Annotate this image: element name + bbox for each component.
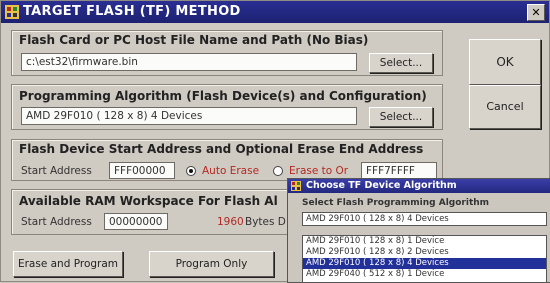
file-path-field[interactable]: c:\est32\firmware.bin [21,53,357,71]
erase-and-program-button[interactable]: Erase and Program [13,251,123,277]
ram-bytes-label: Bytes D [245,216,286,228]
algorithm-select-button[interactable]: Select... [369,107,433,127]
address-group-label: Flash Device Start Address and Optional … [19,142,424,156]
algorithm-field[interactable]: AMD 29F010 ( 128 x 8) 4 Devices [21,107,357,125]
popup-label: Select Flash Programming Algorithm [302,198,490,208]
ram-start-field[interactable]: 00000000 [104,213,168,230]
list-item[interactable]: AMD 29F040 ( 512 x 8) 1 Device [303,269,546,280]
erase-to-radio[interactable] [273,166,283,176]
auto-erase-label: Auto Erase [202,165,260,177]
popup-app-icon [291,181,301,191]
list-item[interactable]: AMD 29F010 ( 128 x 8) 1 Device [303,236,546,247]
title-bar[interactable]: TARGET FLASH (TF) METHOD ✕ [1,1,549,23]
algorithm-group-label: Programming Algorithm (Flash Device(s) a… [19,89,427,103]
ram-group-label: Available RAM Workspace For Flash Al [19,194,278,208]
ok-button[interactable]: OK [469,39,541,85]
program-only-button[interactable]: Program Only [149,251,274,277]
cancel-button[interactable]: Cancel [469,85,541,129]
ram-bytes-value: 1960 [217,216,244,228]
popup-selected-field[interactable]: AMD 29F010 ( 128 x 8) 4 Devices [302,212,547,226]
erase-to-label: Erase to Or [289,165,349,177]
file-group-label: Flash Card or PC Host File Name and Path… [19,33,369,47]
choose-algorithm-popup: Choose TF Device Algorithm Select Flash … [287,178,550,283]
list-item[interactable]: AMD 29F010 ( 128 x 8) 2 Devices [303,247,546,258]
start-address-label: Start Address [21,165,92,177]
list-item-selected[interactable]: AMD 29F010 ( 128 x 8) 4 Devices [303,258,546,269]
auto-erase-radio[interactable] [186,166,196,176]
algorithm-list[interactable]: AMD 29F010 ( 128 x 8) 1 Device AMD 29F01… [302,235,547,282]
start-address-field[interactable]: FFF00000 [109,162,175,179]
app-icon [5,5,19,19]
popup-title: Choose TF Device Algorithm [306,180,457,191]
popup-title-bar[interactable]: Choose TF Device Algorithm [288,179,550,193]
end-address-field[interactable]: FFF7FFFF [361,162,437,179]
file-select-button[interactable]: Select... [369,53,433,73]
close-icon[interactable]: ✕ [527,4,545,21]
ram-start-label: Start Address [21,216,92,228]
target-flash-dialog: TARGET FLASH (TF) METHOD ✕ Flash Card or… [0,0,550,283]
window-title: TARGET FLASH (TF) METHOD [23,4,241,19]
